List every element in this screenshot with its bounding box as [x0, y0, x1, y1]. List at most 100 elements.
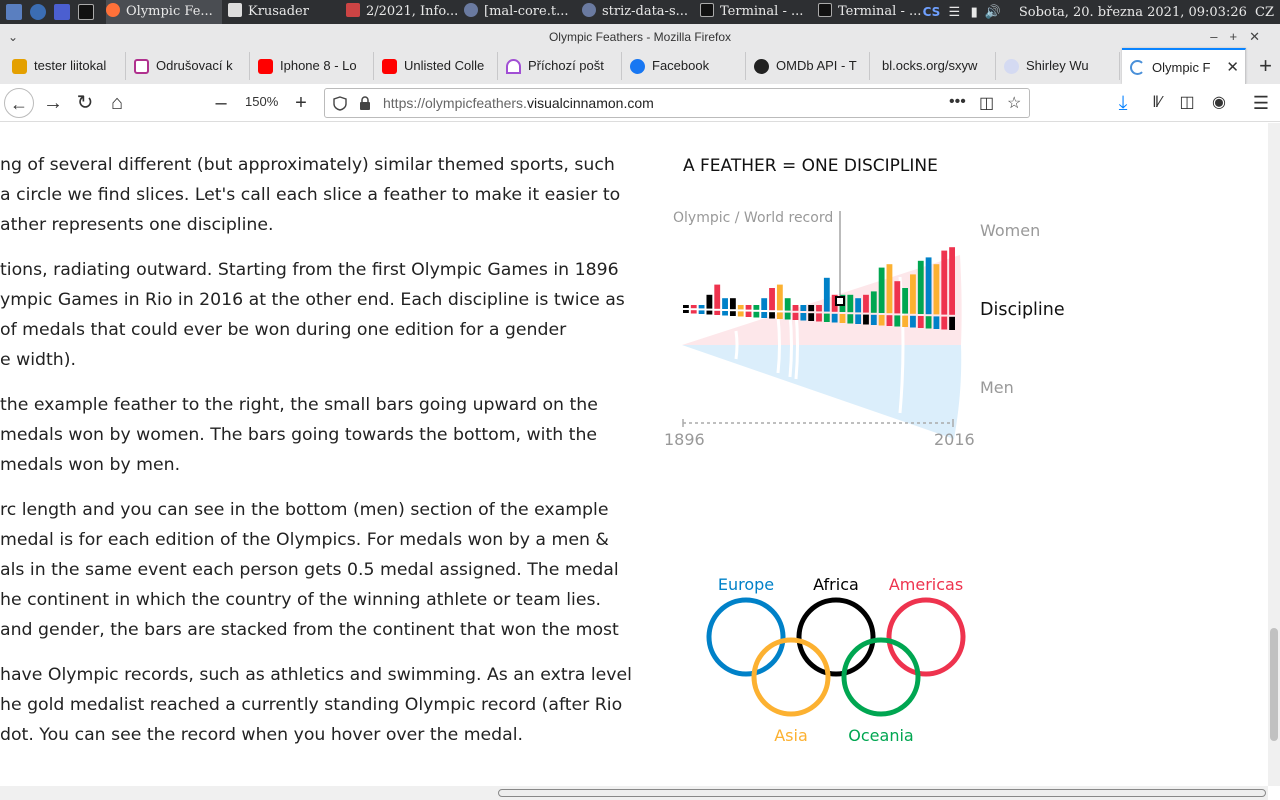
women-medal-bar[interactable]: [917, 260, 924, 305]
women-base-bar[interactable]: [753, 305, 760, 310]
taskbar-task-terminal-1[interactable]: Terminal - ...: [700, 0, 812, 24]
downloads-icon[interactable]: ⤓: [1108, 88, 1138, 118]
taskbar-task-firefox[interactable]: Olympic Fe...: [106, 0, 222, 24]
women-medal-bar[interactable]: [855, 298, 862, 305]
women-base-bar[interactable]: [925, 305, 932, 315]
tab-tester[interactable]: tester liitokal: [4, 52, 126, 80]
browser-launcher-icon[interactable]: [30, 4, 46, 20]
women-medal-bar[interactable]: [894, 281, 901, 305]
men-medal-bar[interactable]: [878, 315, 885, 326]
menu-icon[interactable]: ☰: [1246, 88, 1276, 118]
women-base-bar[interactable]: [870, 305, 877, 313]
men-medal-bar[interactable]: [902, 315, 909, 327]
men-medal-bar[interactable]: [831, 313, 838, 323]
women-medal-bar[interactable]: [902, 288, 909, 305]
women-base-bar[interactable]: [816, 305, 822, 312]
women-base-bar[interactable]: [855, 305, 862, 313]
women-medal-bar[interactable]: [761, 298, 768, 305]
url-text[interactable]: https://olympicfeathers.visualcinnamon.c…: [383, 95, 654, 111]
women-medal-bar[interactable]: [933, 264, 940, 305]
women-medal-bar[interactable]: [706, 294, 713, 305]
men-medal-bar[interactable]: [917, 316, 924, 328]
men-medal-bar[interactable]: [792, 312, 799, 320]
men-medal-bar[interactable]: [941, 316, 948, 330]
close-window-button[interactable]: ✕: [1249, 29, 1272, 44]
women-medal-bar[interactable]: [941, 250, 948, 305]
back-button[interactable]: ←: [4, 88, 34, 118]
women-base-bar[interactable]: [878, 305, 885, 313]
clock[interactable]: Sobota, 20. března 2021, 09:03:26: [1019, 5, 1247, 20]
tab-shirley-wu[interactable]: Shirley Wu: [996, 52, 1120, 80]
pocket-icon[interactable]: ◫: [979, 93, 994, 113]
maximize-button[interactable]: +: [1230, 29, 1250, 44]
women-base-bar[interactable]: [808, 305, 815, 312]
men-medal-bar[interactable]: [886, 315, 893, 326]
tab-iphone[interactable]: Iphone 8 - Lo: [250, 52, 374, 80]
women-base-bar[interactable]: [863, 305, 869, 313]
account-icon[interactable]: ◉: [1204, 88, 1234, 118]
women-base-bar[interactable]: [823, 305, 830, 312]
zoom-level[interactable]: 150%: [245, 94, 278, 109]
men-medal-bar[interactable]: [816, 313, 822, 322]
tab-omdb[interactable]: OMDb API - T: [746, 52, 870, 80]
men-medal-bar[interactable]: [925, 316, 932, 329]
lock-icon[interactable]: [359, 96, 371, 110]
women-base-bar[interactable]: [910, 305, 916, 314]
tab-prichozi-posta[interactable]: Příchozí pošt: [498, 52, 622, 80]
women-base-bar[interactable]: [886, 305, 893, 314]
record-dot[interactable]: [835, 296, 845, 306]
women-base-bar[interactable]: [745, 305, 752, 310]
reload-button[interactable]: ↻: [70, 88, 100, 118]
women-base-bar[interactable]: [769, 305, 775, 311]
men-medal-bar[interactable]: [910, 315, 916, 328]
women-base-bar[interactable]: [729, 305, 736, 310]
men-medal-bar[interactable]: [870, 314, 877, 325]
women-base-bar[interactable]: [737, 305, 744, 310]
men-medal-bar[interactable]: [784, 312, 791, 320]
women-base-bar[interactable]: [800, 305, 807, 311]
women-base-bar[interactable]: [839, 305, 846, 312]
women-base-bar[interactable]: [776, 305, 783, 311]
women-medal-bar[interactable]: [769, 288, 775, 305]
men-medal-bar[interactable]: [714, 310, 721, 315]
men-medal-bar[interactable]: [847, 314, 854, 324]
close-tab-icon[interactable]: ✕: [1226, 50, 1239, 84]
women-base-bar[interactable]: [706, 305, 713, 309]
tab-odrusovaci[interactable]: Odrušovací k: [126, 52, 250, 80]
wifi-icon[interactable]: ☰: [948, 1, 962, 25]
taskbar-task-striz[interactable]: striz-data-s...: [582, 0, 694, 24]
women-base-bar[interactable]: [683, 305, 689, 308]
men-medal-bar[interactable]: [855, 314, 862, 324]
women-base-bar[interactable]: [722, 305, 728, 309]
zoom-out-button[interactable]: –: [206, 88, 236, 118]
taskbar-task-info[interactable]: 2/2021, Info...: [346, 0, 458, 24]
women-base-bar[interactable]: [949, 305, 955, 315]
home-button[interactable]: ⌂: [102, 88, 132, 118]
women-base-bar[interactable]: [831, 305, 838, 312]
men-medal-bar[interactable]: [863, 314, 869, 325]
shield-icon[interactable]: [333, 96, 347, 111]
taskbar-task-krusader[interactable]: Krusader: [228, 0, 340, 24]
women-base-bar[interactable]: [941, 305, 948, 315]
women-medal-bar[interactable]: [714, 284, 721, 305]
women-medal-bar[interactable]: [784, 298, 791, 305]
men-medal-bar[interactable]: [769, 312, 775, 319]
tab-olympic-feathers[interactable]: Olympic F ✕: [1122, 48, 1246, 84]
women-medal-bar[interactable]: [870, 291, 877, 305]
chevron-down-icon[interactable]: ⌄: [8, 24, 18, 50]
men-medal-bar[interactable]: [808, 313, 815, 321]
men-medal-bar[interactable]: [722, 311, 728, 316]
taskbar-task-terminal-2[interactable]: Terminal - ...: [818, 0, 930, 24]
page-actions-icon[interactable]: •••: [949, 93, 966, 111]
tab-unlisted[interactable]: Unlisted Colle: [374, 52, 498, 80]
women-medal-bar[interactable]: [847, 294, 854, 305]
men-medal-bar[interactable]: [894, 315, 901, 327]
women-medal-bar[interactable]: [925, 257, 932, 305]
women-medal-bar[interactable]: [776, 284, 783, 305]
scrollbar-thumb[interactable]: [1270, 628, 1278, 741]
women-base-bar[interactable]: [714, 305, 721, 309]
women-medal-bar[interactable]: [878, 267, 885, 305]
tab-facebook[interactable]: Facebook: [622, 52, 746, 80]
library-icon[interactable]: ‖⁄: [1142, 88, 1172, 118]
women-base-bar[interactable]: [698, 305, 705, 309]
